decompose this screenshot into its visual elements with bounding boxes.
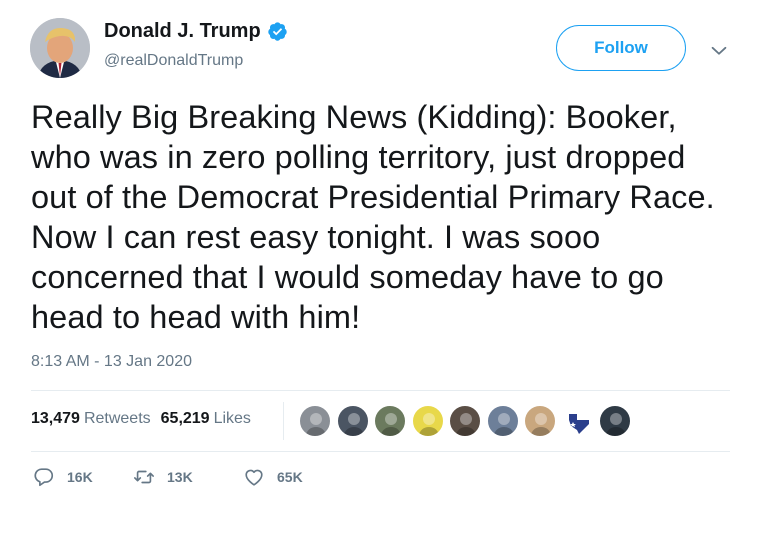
reply-button[interactable]: 16K [33, 466, 133, 488]
tweet-actions: 16K 13K 65K [33, 466, 303, 488]
author-handle[interactable]: @realDonaldTrump [104, 52, 243, 70]
verified-badge-icon [267, 22, 287, 41]
author-avatar[interactable] [30, 18, 90, 78]
heart-icon [245, 469, 263, 486]
likes-count[interactable]: 65,219 [161, 410, 210, 428]
like-count: 65K [277, 469, 303, 485]
liker-avatars [299, 405, 637, 437]
retweet-count: 13K [167, 469, 193, 485]
divider [31, 390, 730, 391]
retweet-button[interactable]: 13K [133, 466, 243, 488]
liker-avatar[interactable] [299, 405, 331, 437]
tweet-timestamp[interactable]: 8:13 AM - 13 Jan 2020 [31, 353, 192, 371]
like-button[interactable]: 65K [243, 466, 303, 488]
reply-icon [34, 468, 54, 487]
liker-avatar[interactable] [524, 405, 556, 437]
tweet-stats: 13,479 Retweets 65,219 Likes [31, 410, 251, 428]
chevron-down-icon[interactable] [708, 40, 730, 62]
liker-avatar[interactable] [411, 405, 444, 437]
liker-avatar[interactable] [449, 405, 481, 437]
follow-button[interactable]: Follow [556, 25, 686, 71]
author-name-row: Donald J. Trump [104, 20, 288, 43]
texas-flag-avatar-icon[interactable] [561, 405, 594, 437]
retweets-label[interactable]: Retweets [84, 410, 151, 428]
stats-separator [283, 402, 284, 440]
liker-avatar[interactable] [336, 405, 369, 437]
author-display-name[interactable]: Donald J. Trump [104, 20, 261, 43]
likes-label[interactable]: Likes [214, 410, 251, 428]
retweets-count[interactable]: 13,479 [31, 410, 80, 428]
liker-avatar[interactable] [486, 405, 519, 437]
divider [31, 451, 730, 452]
tweet-text: Really Big Breaking News (Kidding): Book… [31, 99, 715, 335]
reply-count: 16K [67, 469, 93, 485]
liker-avatar[interactable] [374, 405, 406, 437]
retweet-icon [134, 470, 154, 484]
liker-avatar[interactable] [599, 405, 631, 437]
